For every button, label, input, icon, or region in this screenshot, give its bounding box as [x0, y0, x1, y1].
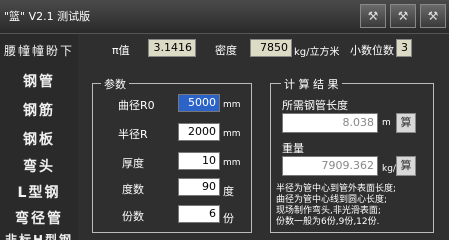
degree-input[interactable]: 90: [178, 178, 220, 196]
decimals-label: 小数位数: [350, 44, 394, 57]
window-title: "篮" V2.1 测试版: [4, 10, 91, 23]
radius-input[interactable]: 2000: [178, 123, 220, 141]
tool-button-2[interactable]: ⚒: [390, 4, 416, 28]
parts-input[interactable]: 6: [178, 205, 220, 223]
weight-label: 重量: [282, 142, 304, 155]
result-group-title: 计 算 结 果: [281, 76, 342, 92]
sidebar-item-rebar[interactable]: 钢筋: [0, 100, 78, 120]
param-label-r0: 曲径R0: [118, 99, 155, 112]
param-unit-r: mm: [223, 129, 241, 139]
pi-label: π值: [112, 44, 130, 57]
note-line-1: 半径为管中心到管外表面长度;: [276, 184, 397, 194]
curve-radius-input[interactable]: 5000: [178, 94, 220, 112]
note-line-2: 曲径为管中心线到圆心长度;: [276, 195, 388, 205]
decimals-value[interactable]: 3: [396, 39, 412, 57]
sidebar: 腰幢幢盼下 钢管 钢筋 钢板 弯头 L型钢 弯径管 非标H型钢: [0, 34, 78, 240]
param-label-thickness: 厚度: [122, 157, 144, 170]
param-label-r: 半径R: [118, 128, 148, 141]
length-output: 8.038: [282, 113, 378, 133]
sidebar-item-angle-steel[interactable]: L型钢: [0, 182, 78, 202]
close-button[interactable]: ⚒: [420, 4, 446, 28]
pi-value[interactable]: 3.1416: [148, 39, 196, 57]
param-unit-thickness: mm: [223, 158, 241, 168]
density-label: 密度: [215, 44, 237, 57]
length-label: 所需钢管长度: [282, 99, 348, 112]
param-label-degree: 度数: [122, 183, 144, 196]
param-unit-parts: 份: [223, 212, 234, 225]
sidebar-item-h-steel[interactable]: 非标H型钢: [0, 231, 78, 240]
calc-length-button[interactable]: 算: [396, 113, 416, 133]
param-unit-r0: mm: [223, 100, 241, 110]
note-line-3: 现场制作弯头,非光滑表面;: [276, 206, 381, 216]
sidebar-item-plate[interactable]: 钢板: [0, 129, 78, 149]
sidebar-item-elbow[interactable]: 弯头: [0, 156, 78, 176]
sidebar-item-pipe[interactable]: 钢管: [0, 71, 78, 91]
tool-button-1[interactable]: ⚒: [360, 4, 386, 28]
note-line-4: 份数一般为6份,9份,12份.: [276, 217, 380, 227]
thickness-input[interactable]: 10: [178, 152, 220, 170]
param-unit-degree: 度: [223, 185, 234, 198]
length-unit: m: [382, 118, 391, 128]
sidebar-header: 腰幢幢盼下: [3, 44, 74, 58]
param-label-parts: 份数: [122, 210, 144, 223]
calc-weight-button[interactable]: 算: [396, 156, 416, 176]
density-unit: kg/立方米: [294, 47, 340, 58]
weight-output: 7909.362: [282, 156, 378, 176]
title-bar: "篮" V2.1 测试版 ⚒ ⚒ ⚒: [0, 0, 449, 34]
density-value[interactable]: 7850: [250, 39, 292, 57]
sidebar-item-bend-pipe[interactable]: 弯径管: [0, 208, 78, 228]
param-group-title: 参数: [101, 76, 129, 92]
